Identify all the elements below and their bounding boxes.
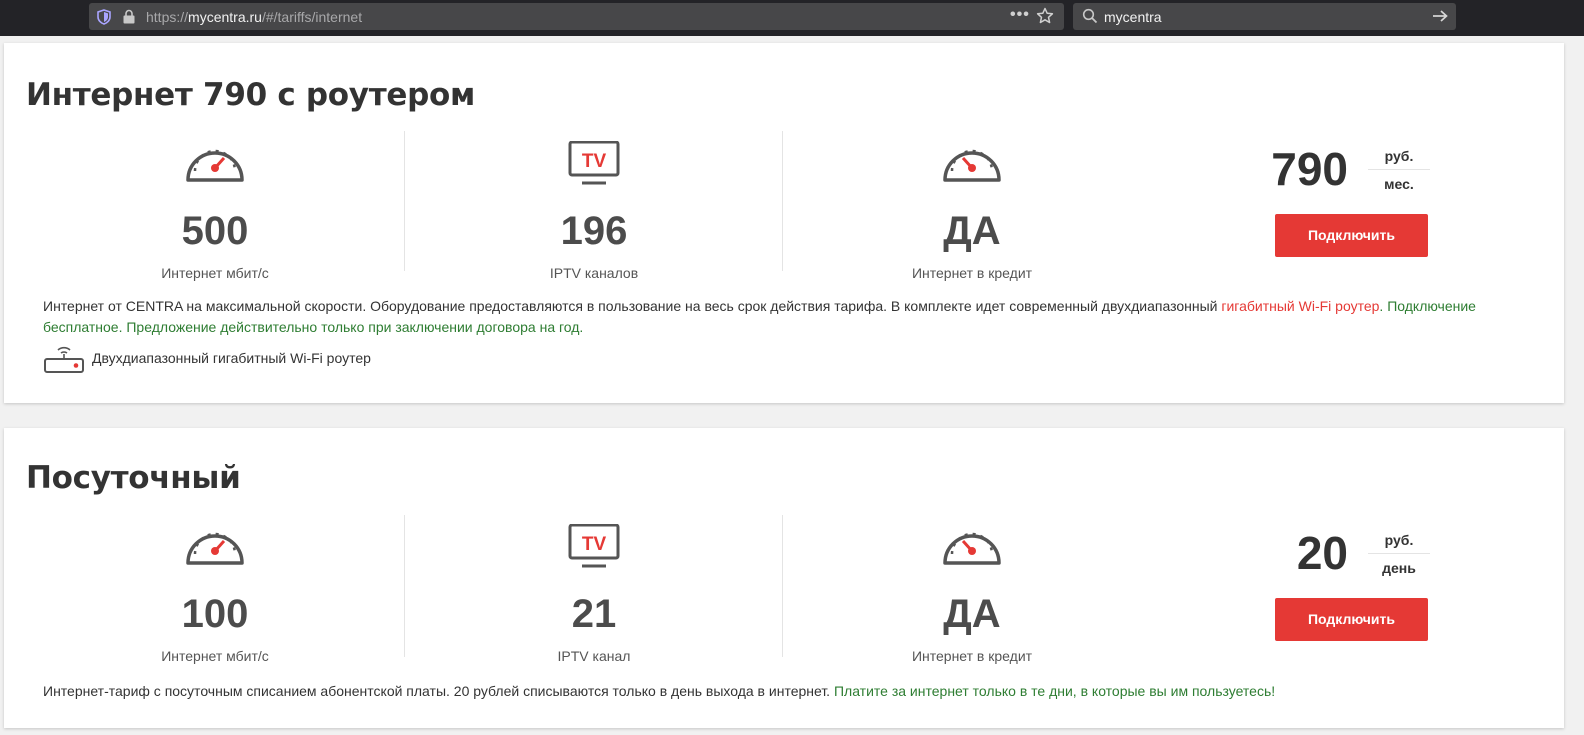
tracking-protection-shield-icon[interactable]: [97, 9, 111, 25]
price-unit-period: день: [1382, 560, 1416, 576]
search-input[interactable]: mycentra: [1104, 8, 1162, 26]
tariff-price: 790 руб. мес.: [1144, 141, 1444, 201]
tariff-title: Интернет 790 с роутером: [26, 77, 476, 113]
price-unit-divider: [1368, 553, 1430, 554]
url-host: mycentra.ru: [188, 9, 262, 25]
feature-iptv: TV 196 IPTV каналов: [405, 141, 783, 291]
feature-label: Интернет мбит/с: [161, 648, 269, 664]
url-path: /#/tariffs/internet: [261, 9, 363, 25]
feature-speed: 100 Интернет мбит/с: [26, 524, 404, 674]
description-text: Интернет от CENTRA на максимальной скоро…: [43, 298, 1222, 314]
router-link[interactable]: гигабитный Wi-Fi роутер: [1221, 298, 1379, 314]
connect-button[interactable]: Подключить: [1275, 598, 1428, 641]
feature-value: 100: [181, 592, 249, 636]
speedometer-icon: [186, 149, 244, 182]
address-bar[interactable]: https://mycentra.ru/#/tariffs/internet •…: [89, 3, 1064, 30]
feature-label: Интернет в кредит: [911, 648, 1033, 664]
tv-icon: TV: [568, 524, 620, 568]
tariff-title: Посуточный: [26, 460, 241, 496]
feature-label: Интернет мбит/с: [161, 265, 269, 281]
tv-icon: TV: [568, 141, 620, 185]
price-unit: руб. день: [1368, 531, 1430, 577]
feature-iptv: TV 21 IPTV канал: [405, 524, 783, 674]
feature-label: IPTV каналов: [549, 265, 639, 281]
page-actions-menu-icon[interactable]: •••: [1010, 6, 1030, 24]
feature-label: Интернет в кредит: [911, 265, 1033, 281]
tariff-card: Интернет 790 с роутером 500 Интернет мби…: [4, 43, 1564, 403]
price-unit-currency: руб.: [1384, 148, 1414, 164]
feature-value: 500: [181, 209, 249, 253]
bookmark-star-icon[interactable]: [1036, 7, 1054, 25]
feature-label: IPTV канал: [557, 648, 631, 664]
feature-credit: ДА Интернет в кредит: [783, 524, 1161, 674]
svg-text:TV: TV: [582, 151, 607, 172]
feature-value: ДА: [943, 209, 1001, 253]
feature-value: 21: [571, 592, 617, 636]
price-value: 20: [1296, 527, 1348, 579]
description-highlight: Платите за интернет только в те дни, в к…: [833, 683, 1276, 699]
tariff-description: Интернет-тариф с посуточным списанием аб…: [43, 681, 1533, 702]
tariff-price: 20 руб. день: [1144, 525, 1444, 585]
feature-value: 196: [560, 209, 628, 253]
search-icon: [1082, 8, 1098, 24]
price-value: 790: [1271, 143, 1348, 195]
browser-toolbar: https://mycentra.ru/#/tariffs/internet •…: [0, 0, 1584, 36]
svg-text:TV: TV: [582, 534, 607, 555]
speedometer-icon: [943, 149, 1001, 182]
search-bar[interactable]: mycentra: [1073, 3, 1456, 30]
price-unit-period: мес.: [1384, 176, 1414, 192]
price-unit: руб. мес.: [1368, 147, 1430, 193]
tariff-description: Интернет от CENTRA на максимальной скоро…: [43, 296, 1533, 338]
price-unit-currency: руб.: [1384, 532, 1414, 548]
connect-button[interactable]: Подключить: [1275, 214, 1428, 257]
feature-speed: 500 Интернет мбит/с: [26, 141, 404, 291]
url-text[interactable]: https://mycentra.ru/#/tariffs/internet: [146, 8, 362, 26]
speedometer-icon: [943, 532, 1001, 565]
search-go-arrow-icon[interactable]: [1431, 8, 1449, 24]
url-prefix: https://: [146, 9, 189, 25]
description-text: Интернет-тариф с посуточным списанием аб…: [43, 683, 834, 699]
lock-icon[interactable]: [122, 9, 136, 24]
extra-feature-label: Двухдиапазонный гигабитный Wi-Fi роутер: [92, 350, 371, 366]
price-unit-divider: [1368, 169, 1430, 170]
feature-value: ДА: [943, 592, 1001, 636]
speedometer-icon: [186, 532, 244, 565]
tariff-card: Посуточный 100 Интернет мбит/с TV 21 IPT…: [4, 428, 1564, 728]
feature-credit: ДА Интернет в кредит: [783, 141, 1161, 291]
router-icon: [44, 346, 84, 373]
